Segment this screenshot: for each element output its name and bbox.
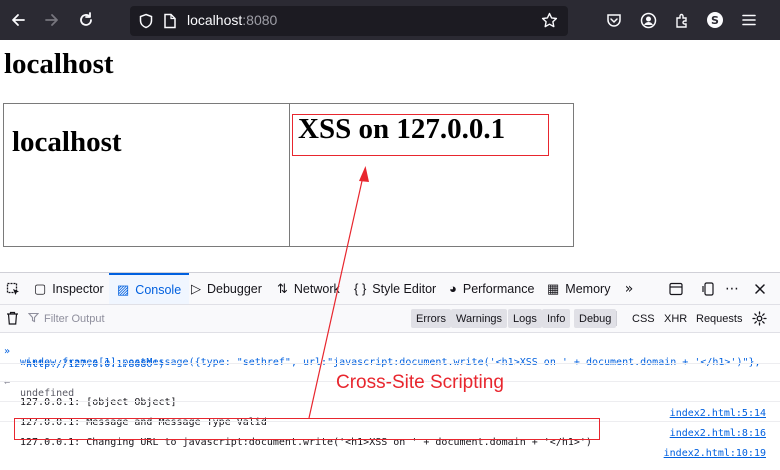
iframe-localhost: localhost bbox=[3, 103, 290, 247]
dock-options-icon[interactable] bbox=[699, 279, 719, 299]
frame1-heading: localhost bbox=[12, 126, 122, 158]
console-message-source-link[interactable]: index2.html:10:19 bbox=[664, 448, 766, 459]
menu-icon[interactable] bbox=[737, 8, 761, 32]
filter-warnings[interactable]: Warnings bbox=[451, 309, 508, 328]
filter-xhr[interactable]: XHR bbox=[659, 309, 692, 328]
url-bar[interactable]: localhost:8080 bbox=[130, 6, 568, 36]
filter-css[interactable]: CSS bbox=[627, 309, 660, 328]
pick-element-icon[interactable] bbox=[3, 279, 23, 299]
forward-icon[interactable] bbox=[40, 8, 64, 32]
tab-performance-label: Performance bbox=[462, 281, 535, 296]
console-settings-icon[interactable] bbox=[749, 308, 769, 328]
url-host: localhost bbox=[187, 12, 243, 28]
tab-network-label: Network bbox=[293, 281, 340, 296]
tab-memory[interactable]: ▦ Memory bbox=[547, 273, 610, 304]
close-devtools-icon[interactable] bbox=[750, 279, 770, 299]
console-divider bbox=[0, 401, 780, 402]
back-icon[interactable] bbox=[6, 8, 30, 32]
filter-errors[interactable]: Errors bbox=[411, 309, 451, 328]
page-content: localhost localhost XSS on 127.0.0.1 bbox=[0, 40, 780, 272]
filter-placeholder: Filter Output bbox=[44, 312, 105, 325]
tab-inspector-label: Inspector bbox=[52, 281, 104, 296]
more-tabs-icon[interactable]: » bbox=[619, 279, 639, 299]
browser-toolbar: localhost:8080 S bbox=[0, 0, 780, 40]
split-console-icon[interactable] bbox=[666, 279, 686, 299]
xss-annotation-label: Cross-Site Scripting bbox=[336, 372, 504, 393]
filter-debug[interactable]: Debug bbox=[574, 309, 617, 328]
filter-divider bbox=[616, 311, 617, 326]
console-filter-bar: Filter Output Errors Warnings Logs Info … bbox=[0, 305, 780, 333]
network-icon: ⇅ bbox=[277, 280, 288, 296]
tab-debugger[interactable]: ▷ Debugger bbox=[191, 273, 262, 304]
debugger-icon: ▷ bbox=[191, 280, 201, 296]
memory-icon: ▦ bbox=[547, 280, 560, 296]
tab-inspector[interactable]: ▢ Inspector bbox=[34, 273, 104, 304]
performance-icon: ◕ bbox=[449, 281, 457, 296]
tab-memory-label: Memory bbox=[565, 281, 611, 296]
reload-icon[interactable] bbox=[74, 8, 98, 32]
extensions-icon[interactable] bbox=[670, 8, 694, 32]
devtools-menu-icon[interactable]: ⋯ bbox=[722, 279, 742, 299]
extension-s-icon[interactable]: S bbox=[703, 8, 727, 32]
page-icon bbox=[163, 13, 177, 33]
filter-icon bbox=[27, 312, 40, 326]
console-divider bbox=[0, 363, 780, 364]
url-port: :8080 bbox=[242, 12, 278, 28]
shield-icon[interactable] bbox=[138, 13, 154, 33]
tab-style-editor[interactable]: { } Style Editor bbox=[354, 273, 436, 304]
account-icon[interactable] bbox=[636, 8, 660, 32]
bookmark-star-icon[interactable] bbox=[541, 12, 558, 33]
filter-output-input[interactable]: Filter Output bbox=[27, 309, 328, 328]
url-text[interactable]: localhost:8080 bbox=[187, 12, 277, 28]
trash-icon[interactable] bbox=[2, 308, 22, 328]
style-editor-icon: { } bbox=[354, 281, 367, 296]
tab-performance[interactable]: ◕ Performance bbox=[449, 273, 534, 304]
page-heading: localhost bbox=[4, 48, 114, 80]
tab-debugger-label: Debugger bbox=[207, 281, 262, 296]
filter-logs[interactable]: Logs bbox=[508, 309, 542, 328]
xss-highlight-box bbox=[292, 114, 549, 156]
tab-style-editor-label: Style Editor bbox=[372, 281, 437, 296]
tab-console-label: Console bbox=[135, 282, 182, 297]
tab-console[interactable]: ▨ Console bbox=[109, 273, 190, 304]
filter-info[interactable]: Info bbox=[542, 309, 571, 328]
tab-network[interactable]: ⇅ Network bbox=[277, 273, 340, 304]
svg-text:S: S bbox=[711, 14, 719, 27]
filter-requests[interactable]: Requests bbox=[691, 309, 747, 328]
console-icon: ▨ bbox=[117, 281, 130, 297]
devtools-tabbar: ▢ Inspector ▨ Console ▷ Debugger ⇅ Network {… bbox=[0, 273, 780, 305]
inspector-icon: ▢ bbox=[34, 280, 47, 296]
console-highlight-box bbox=[14, 418, 600, 440]
pocket-icon[interactable] bbox=[602, 8, 626, 32]
